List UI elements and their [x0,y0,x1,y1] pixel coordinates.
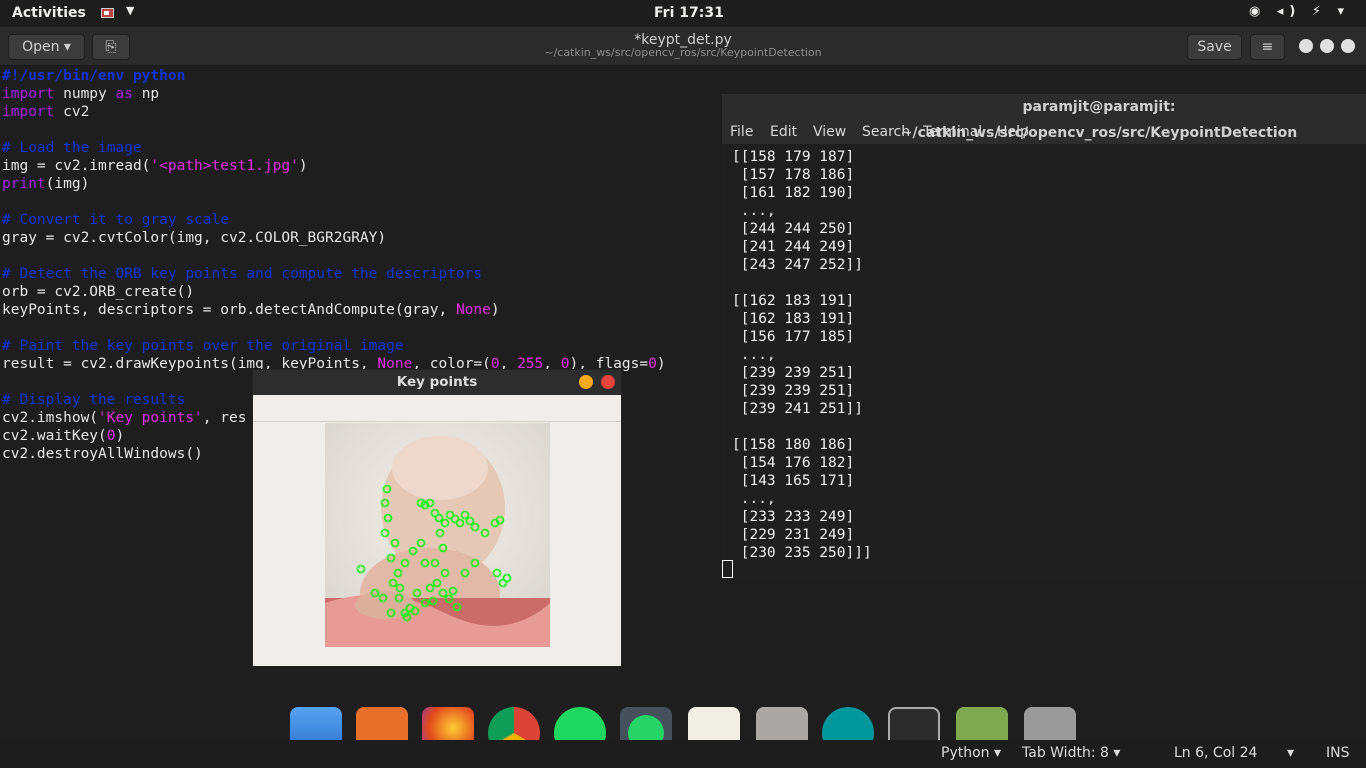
minimize-icon[interactable] [579,375,593,389]
code-line: keyPoints, descriptors = orb.detectAndCo… [2,302,500,318]
terminal-line: [239 241 251]] [732,401,863,417]
terminal-line: [161 182 190] [732,185,855,201]
terminal-line: ..., [732,491,776,507]
code-line: cv2.destroyAllWindows() [2,446,203,462]
terminal-line: [143 165 171] [732,473,855,489]
save-button[interactable]: Save [1187,34,1242,60]
terminal-title: paramjit@paramjit: ~/catkin_ws/src/openc… [900,99,1298,141]
terminal-line: [241 244 249] [732,239,855,255]
system-tray[interactable]: ◉ ◂) ⚡ ▾ [1249,4,1350,19]
tab-width-selector[interactable]: Tab Width: 8 ▾ [1022,745,1120,761]
terminal-line: [[158 179 187] [732,149,855,165]
close-icon[interactable] [1341,39,1355,53]
keypoints-window[interactable]: Key points [252,369,622,667]
terminal-cursor [722,560,733,578]
terminal-window[interactable]: paramjit@paramjit: ~/catkin_ws/src/openc… [722,94,1366,580]
menu-help[interactable]: Help [997,124,1029,140]
hamburger-menu-button[interactable]: ≡ [1250,34,1285,60]
code-line: # Detect the ORB key points and compute … [2,266,483,282]
code-line: img = cv2.imread('<path>test1.jpg') [2,158,308,174]
terminal-line: [162 183 191] [732,311,855,327]
terminal-line: [243 247 252]] [732,257,863,273]
terminal-line: [[162 183 191] [732,293,855,309]
code-line: # Convert it to gray scale [2,212,229,228]
code-line: # Paint the key points over the original… [2,338,404,354]
code-line: import numpy as np [2,86,160,102]
code-line: cv2.waitKey(0) [2,428,125,444]
code-line: cv2.imshow('Key points', res [2,410,247,426]
terminal-line: [157 178 186] [732,167,855,183]
menu-view[interactable]: View [813,124,846,140]
cursor-position[interactable]: Ln 6, Col 24 [1174,745,1257,761]
terminal-line: [156 177 185] [732,329,855,345]
language-selector[interactable]: Python ▾ [941,745,1001,761]
window-subtitle: ~/catkin_ws/src/opencv_ros/src/KeypointD… [544,46,822,59]
chevron-down-icon[interactable]: ▼ [126,4,134,17]
terminal-line: [[158 180 186] [732,437,855,453]
terminal-line: [233 233 249] [732,509,855,525]
code-line: #!/usr/bin/env python [2,68,186,84]
baby-photo-with-keypoints [325,423,550,647]
terminal-line: [154 176 182] [732,455,855,471]
terminal-line: [229 231 249] [732,527,855,543]
clock[interactable]: Fri 17:31 [654,5,724,21]
code-line: import cv2 [2,104,90,120]
code-line: gray = cv2.cvtColor(img, cv2.COLOR_BGR2G… [2,230,387,246]
status-bar: Python ▾ Tab Width: 8 ▾ Ln 6, Col 24 ▾ I… [0,740,1366,768]
terminal-output[interactable]: [[158 179 187] [157 178 186] [161 182 19… [722,144,1366,580]
maximize-icon[interactable] [1320,39,1334,53]
toolbar-area [253,395,621,422]
insert-mode[interactable]: INS [1326,745,1350,761]
menu-search[interactable]: Search [862,124,910,140]
close-icon[interactable] [601,375,615,389]
menu-terminal[interactable]: Terminal [923,124,982,140]
top-bar: Activities ▼ Fri 17:31 ◉ ◂) ⚡ ▾ [0,0,1366,27]
keyboard-layout-icon[interactable] [101,8,114,18]
terminal-line: [239 239 251] [732,365,855,381]
terminal-line: ..., [732,203,776,219]
terminal-menubar: File Edit View Search Terminal Help [722,120,1366,144]
keypoints-title: Key points [253,370,621,395]
code-line: print(img) [2,176,90,192]
terminal-line: [239 239 251] [732,383,855,399]
code-line: orb = cv2.ORB_create() [2,284,195,300]
chevron-down-icon[interactable]: ▾ [1287,745,1294,761]
menu-file[interactable]: File [730,124,753,140]
editor-header: Open ▾ ⎘ *keypt_det.py ~/catkin_ws/src/o… [0,27,1366,66]
terminal-line: ..., [732,347,776,363]
terminal-line: [230 235 250]]] [732,545,872,561]
minimize-icon[interactable] [1299,39,1313,53]
activities-button[interactable]: Activities [12,5,86,21]
code-line: # Display the results [2,392,186,408]
code-line: # Load the image [2,140,142,156]
menu-edit[interactable]: Edit [770,124,797,140]
terminal-line: [244 244 250] [732,221,855,237]
